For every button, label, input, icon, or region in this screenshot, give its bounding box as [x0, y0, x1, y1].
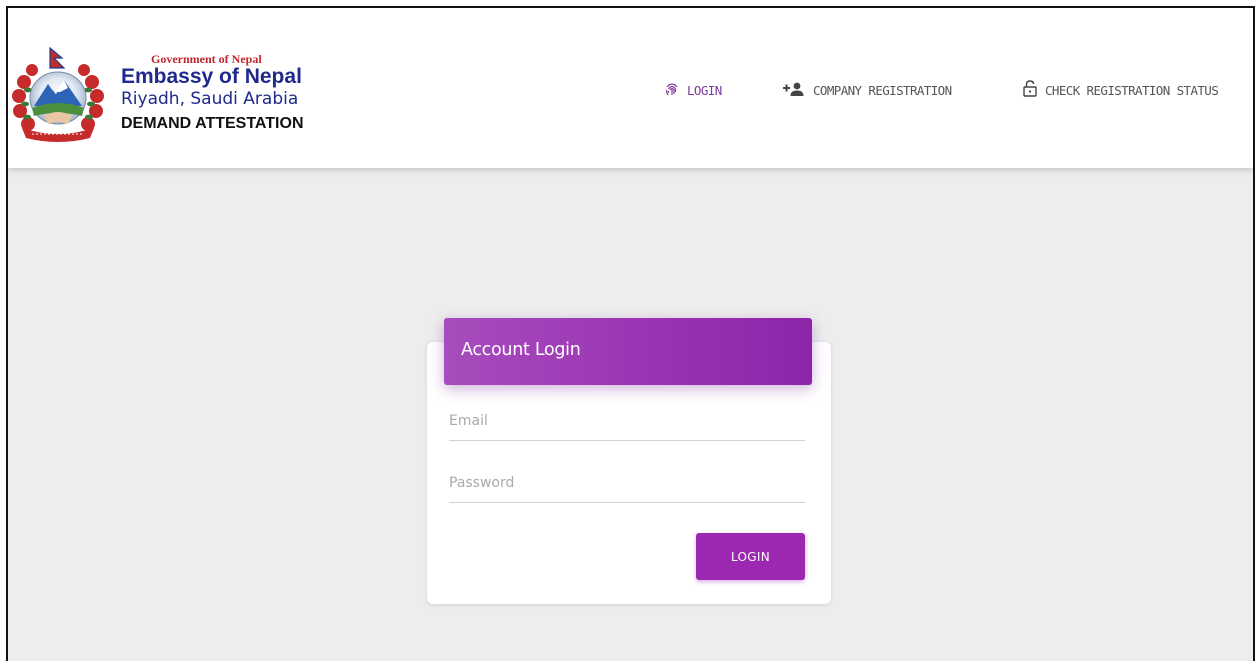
nav-check-status-label: CHECK REGISTRATION STATUS	[1045, 82, 1219, 98]
password-input[interactable]	[449, 463, 805, 502]
nav-check-status-link[interactable]: CHECK REGISTRATION STATUS	[1023, 78, 1219, 102]
nav-company-registration-label: COMPANY REGISTRATION	[813, 82, 952, 98]
section-label: DEMAND ATTESTATION	[121, 115, 304, 132]
login-button[interactable]: LOGIN	[696, 533, 805, 580]
embassy-label: Embassy of Nepal	[121, 65, 302, 88]
password-field	[449, 463, 805, 503]
nepal-emblem-logo	[12, 46, 104, 142]
nav-login-label: LOGIN	[687, 82, 722, 98]
login-card-title: Account Login	[461, 340, 581, 360]
top-navbar: Government of Nepal Embassy of Nepal Riy…	[8, 8, 1253, 168]
nav-company-registration-link[interactable]: COMPANY REGISTRATION	[783, 78, 952, 102]
city-label: Riyadh, Saudi Arabia	[121, 89, 299, 109]
fingerprint-icon	[665, 81, 679, 100]
lock-open-icon	[1023, 80, 1037, 100]
email-field	[449, 401, 805, 441]
app-frame: Government of Nepal Embassy of Nepal Riy…	[6, 6, 1255, 661]
nav-login-link[interactable]: LOGIN	[665, 78, 722, 102]
brand-text: Government of Nepal Embassy of Nepal Riy…	[121, 52, 381, 136]
add-person-icon	[783, 82, 805, 99]
email-input[interactable]	[449, 401, 805, 440]
login-card-header: Account Login	[444, 318, 812, 385]
government-label: Government of Nepal	[151, 52, 262, 66]
